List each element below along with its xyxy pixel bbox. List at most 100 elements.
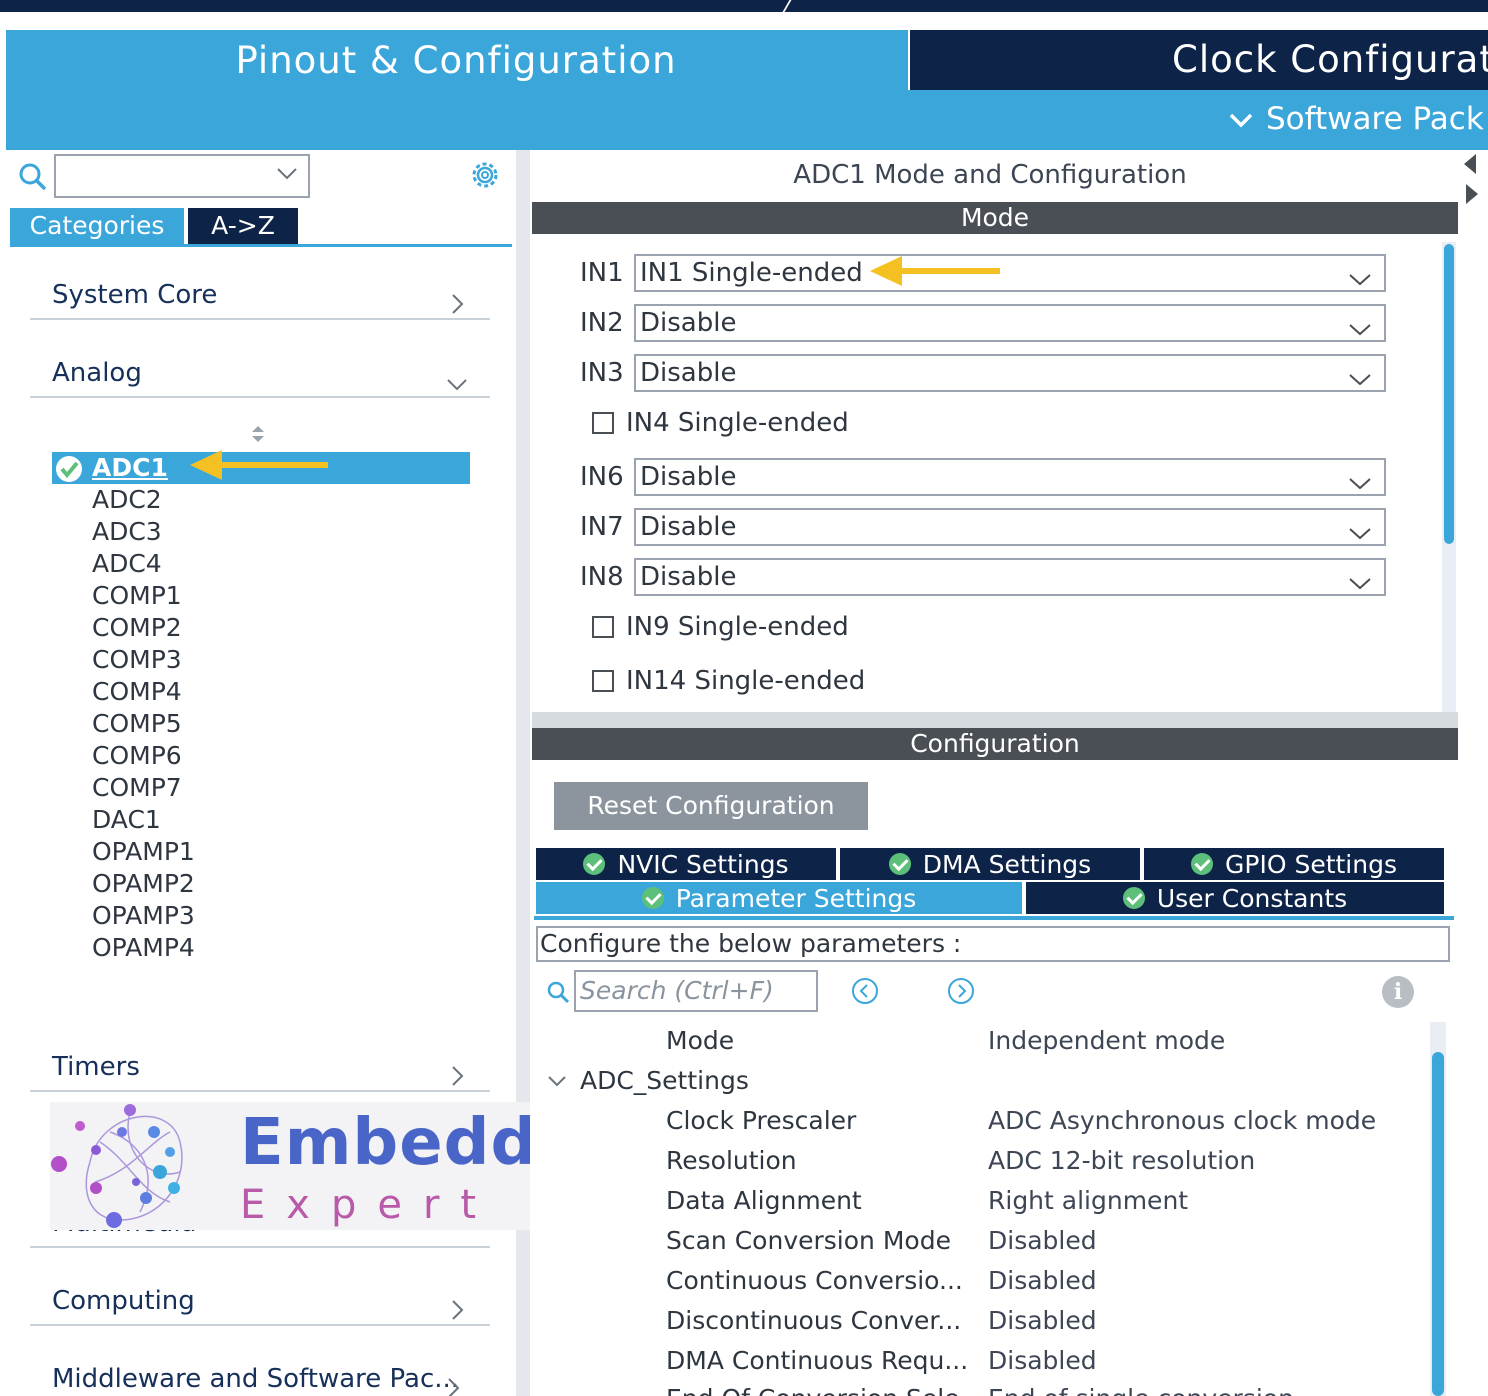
param-name: Discontinuous Conver... [666, 1306, 962, 1335]
chevron-down-icon [1348, 568, 1372, 602]
chevron-down-icon [1348, 264, 1372, 298]
param-value[interactable]: Disabled [988, 1266, 1097, 1295]
tab-categories[interactable]: Categories [10, 208, 184, 244]
parameter-search-input[interactable]: Search (Ctrl+F) [574, 970, 818, 1012]
chevron-down-icon [1348, 314, 1372, 348]
in3-select[interactable]: Disable [634, 354, 1386, 392]
param-value[interactable]: Disabled [988, 1226, 1097, 1255]
param-name: Clock Prescaler [666, 1106, 857, 1135]
configuration-section-header[interactable]: Configuration [532, 728, 1458, 760]
in6-label: IN6 [580, 462, 624, 492]
checkbox-box[interactable] [592, 616, 614, 638]
chevron-down-icon[interactable] [276, 166, 298, 186]
tab-a-to-z[interactable]: A->Z [188, 208, 298, 244]
adc-settings-group[interactable]: ADC_Settings [546, 1066, 749, 1095]
list-item-comp7[interactable]: COMP7 [52, 772, 470, 804]
in6-select[interactable]: Disable [634, 458, 1386, 496]
category-analog[interactable]: Analog [30, 352, 490, 398]
list-item-opamp2[interactable]: OPAMP2 [52, 868, 470, 900]
software-packs-label: Software Pack [1266, 101, 1484, 137]
in2-select[interactable]: Disable [634, 304, 1386, 342]
param-value[interactable]: End of single conversion [988, 1384, 1294, 1396]
list-item-comp6[interactable]: COMP6 [52, 740, 470, 772]
checkbox-label: IN4 Single-ended [626, 408, 849, 438]
tab-dma-settings[interactable]: DMA Settings [840, 848, 1140, 880]
list-item-opamp3[interactable]: OPAMP3 [52, 900, 470, 932]
next-match-icon[interactable] [948, 978, 974, 1004]
checkbox-box[interactable] [592, 412, 614, 434]
chevron-right-icon [450, 1292, 464, 1334]
expand-right-icon[interactable] [1466, 184, 1478, 204]
tabs-underline [534, 916, 1454, 920]
list-item-comp5[interactable]: COMP5 [52, 708, 470, 740]
tab-label: NVIC Settings [617, 849, 789, 879]
tab-label: Parameter Settings [675, 883, 917, 913]
chevron-right-icon [450, 1058, 464, 1100]
chevron-down-icon [1228, 101, 1254, 137]
tab-gpio-settings[interactable]: GPIO Settings [1144, 848, 1444, 880]
collapse-left-icon[interactable] [1464, 154, 1476, 174]
checkbox-box[interactable] [592, 670, 614, 692]
tab-parameter-settings[interactable]: Parameter Settings [536, 882, 1022, 914]
chevron-right-icon [450, 286, 464, 328]
param-name: End Of Conversion Sele... [666, 1384, 976, 1396]
list-item-comp3[interactable]: COMP3 [52, 644, 470, 676]
category-search-combo[interactable] [54, 154, 310, 198]
in14-single-ended-checkbox[interactable]: IN14 Single-ended [592, 666, 865, 696]
tab-pinout-configuration[interactable]: Pinout & Configuration [6, 30, 906, 90]
mode-scrollbar-thumb[interactable] [1444, 244, 1454, 544]
list-item-opamp4[interactable]: OPAMP4 [52, 932, 470, 964]
in8-label: IN8 [580, 562, 624, 592]
in2-select-value: Disable [640, 308, 737, 338]
in7-select[interactable]: Disable [634, 508, 1386, 546]
param-value[interactable]: Disabled [988, 1306, 1097, 1335]
perspective-header: Pinout & Configuration Clock Configurati… [6, 30, 1488, 150]
tab-nvic-settings[interactable]: NVIC Settings [536, 848, 836, 880]
parameters-hint: Configure the below parameters : [536, 926, 1450, 962]
list-item-dac1[interactable]: DAC1 [52, 804, 470, 836]
parameters-scrollbar-thumb[interactable] [1432, 1052, 1444, 1396]
tab-user-constants[interactable]: User Constants [1026, 882, 1444, 914]
param-value-mode[interactable]: Independent mode [988, 1026, 1225, 1055]
search-icon [18, 162, 48, 192]
checkbox-label: IN9 Single-ended [626, 612, 849, 642]
tab-label: User Constants [1156, 883, 1348, 913]
param-value[interactable]: ADC Asynchronous clock mode [988, 1106, 1376, 1135]
mode-section-header[interactable]: Mode [532, 202, 1458, 234]
list-item-opamp1[interactable]: OPAMP1 [52, 836, 470, 868]
param-name: Resolution [666, 1146, 797, 1175]
param-value[interactable]: Right alignment [988, 1186, 1188, 1215]
reset-configuration-button[interactable]: Reset Configuration [554, 782, 868, 830]
list-item-comp1[interactable]: COMP1 [52, 580, 470, 612]
annotation-arrow-left-icon [190, 450, 328, 480]
software-packs-menu[interactable]: Software Pack [1228, 94, 1484, 144]
category-label: System Core [52, 280, 218, 310]
gear-icon[interactable] [468, 158, 502, 196]
tab-clock-configuration[interactable]: Clock Configurati [908, 30, 1488, 90]
previous-match-icon[interactable] [852, 978, 878, 1004]
list-item-comp4[interactable]: COMP4 [52, 676, 470, 708]
in7-select-value: Disable [640, 512, 737, 542]
in2-label: IN2 [580, 308, 624, 338]
param-name-mode: Mode [666, 1026, 735, 1055]
checkbox-label: IN14 Single-ended [626, 666, 866, 696]
in4-single-ended-checkbox[interactable]: IN4 Single-ended [592, 408, 849, 438]
in9-single-ended-checkbox[interactable]: IN9 Single-ended [592, 612, 849, 642]
list-item-adc4[interactable]: ADC4 [52, 548, 470, 580]
param-value[interactable]: ADC 12-bit resolution [988, 1146, 1255, 1175]
sort-icon[interactable] [251, 424, 265, 444]
list-item-adc2[interactable]: ADC2 [52, 484, 470, 516]
category-system-core[interactable]: System Core [30, 274, 490, 320]
analog-peripheral-list: ADC1 ADC2 ADC3 ADC4 COMP1 COMP2 COMP3 CO… [52, 452, 470, 964]
category-timers[interactable]: Timers [30, 1046, 490, 1092]
in7-label: IN7 [580, 512, 624, 542]
in8-select[interactable]: Disable [634, 558, 1386, 596]
category-middleware[interactable]: Middleware and Software Pac... [30, 1358, 490, 1396]
in1-select[interactable]: IN1 Single-ended [634, 254, 1386, 292]
category-computing[interactable]: Computing [30, 1280, 490, 1326]
category-label: Analog [52, 358, 142, 388]
list-item-adc3[interactable]: ADC3 [52, 516, 470, 548]
info-icon[interactable]: i [1382, 976, 1414, 1008]
param-value[interactable]: Disabled [988, 1346, 1097, 1375]
list-item-comp2[interactable]: COMP2 [52, 612, 470, 644]
